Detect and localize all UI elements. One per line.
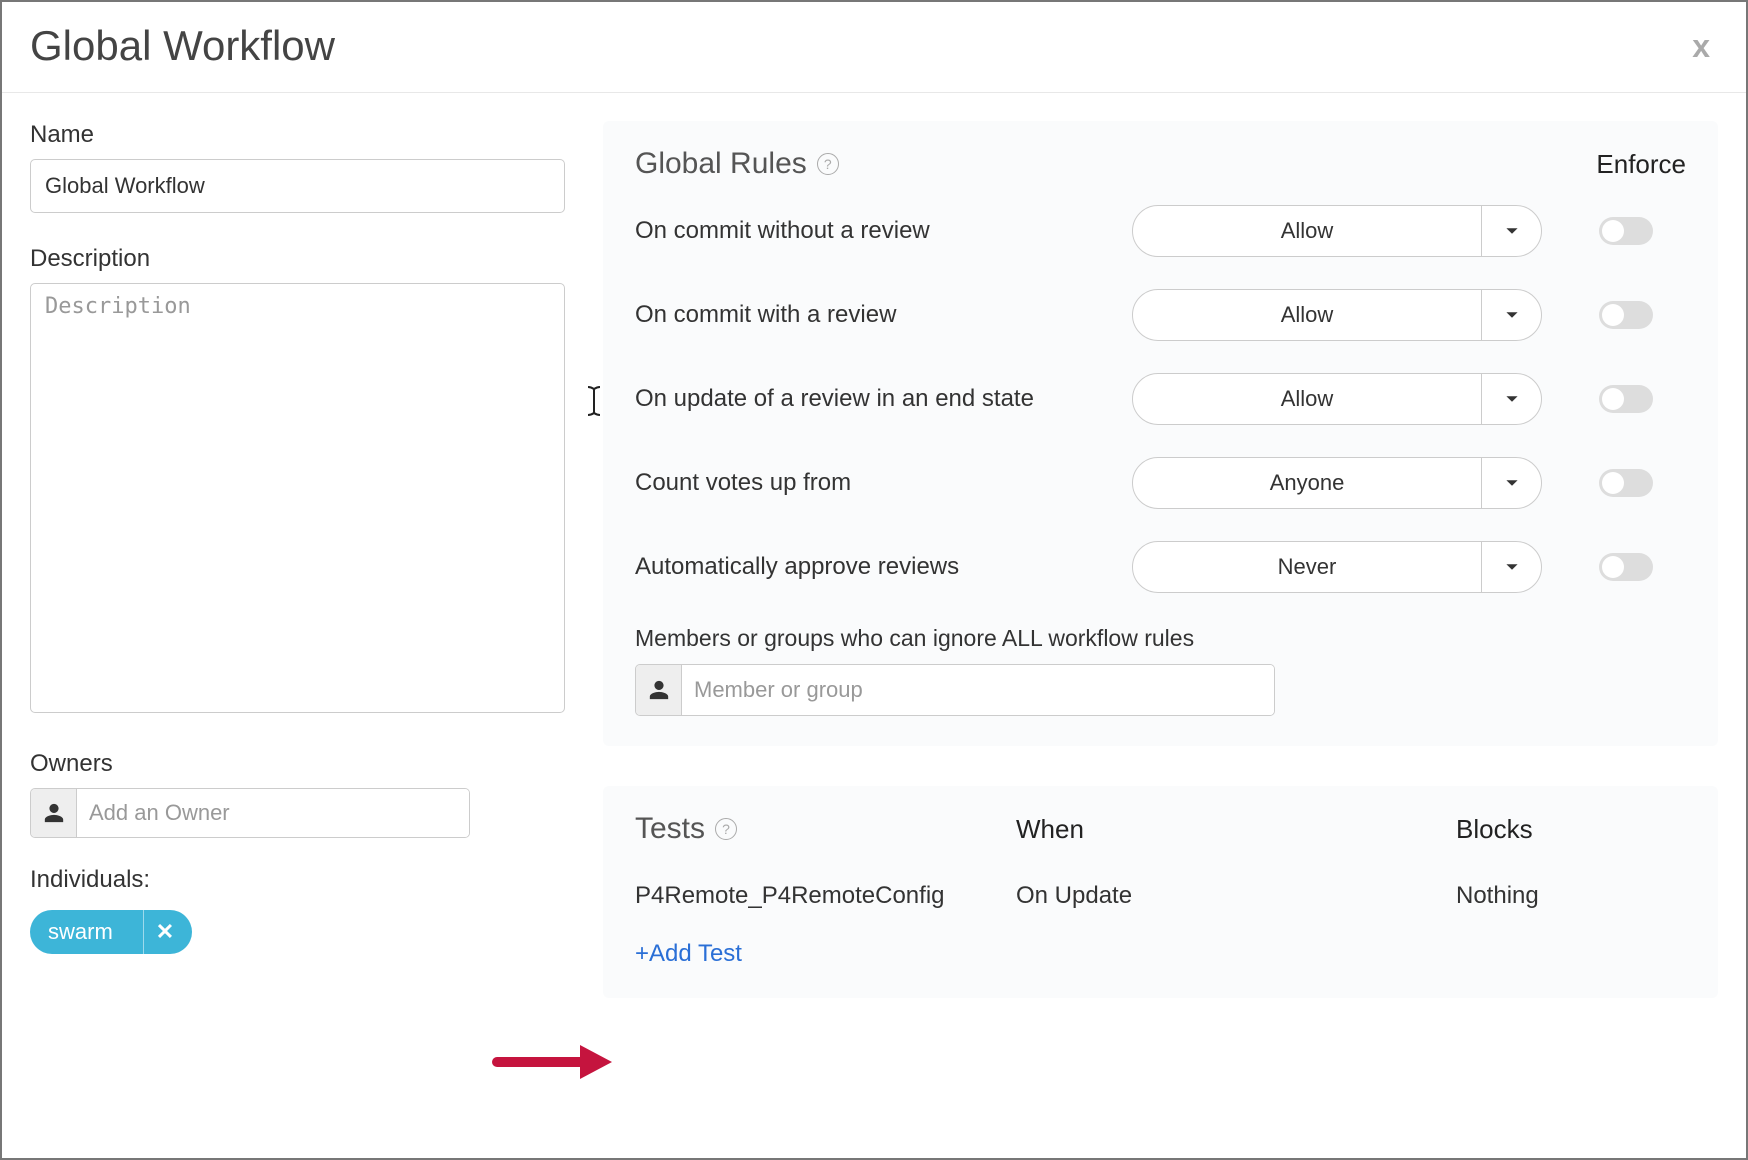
- rule-row: On commit without a review Allow: [635, 205, 1686, 257]
- rule-select[interactable]: Allow: [1132, 205, 1542, 257]
- individual-chip[interactable]: swarm ✕: [30, 910, 192, 954]
- rule-label: On update of a review in an end state: [635, 385, 1108, 413]
- dialog-body: Name Description Owners Individuals: swa…: [2, 93, 1746, 1038]
- rules-header-row: Global Rules ? Enforce: [635, 147, 1686, 181]
- left-column: Name Description Owners Individuals: swa…: [30, 121, 565, 1038]
- global-rules-panel: Global Rules ? Enforce On commit without…: [603, 121, 1718, 746]
- members-input[interactable]: [682, 665, 1274, 715]
- annotation-arrow-icon: [492, 1037, 612, 1087]
- test-blocks: Nothing: [1456, 882, 1686, 910]
- tests-col-when: When: [1016, 814, 1456, 845]
- rule-select[interactable]: Allow: [1132, 289, 1542, 341]
- description-input[interactable]: [30, 283, 565, 713]
- owners-label: Owners: [30, 750, 565, 778]
- owners-input[interactable]: [77, 789, 469, 837]
- tests-col-blocks: Blocks: [1456, 814, 1686, 845]
- owners-input-group[interactable]: [30, 788, 470, 838]
- rule-label: Automatically approve reviews: [635, 553, 1108, 581]
- members-ignore-label: Members or groups who can ignore ALL wor…: [635, 625, 1686, 652]
- dialog-header: Global Workflow x: [2, 22, 1746, 93]
- rule-row: On commit with a review Allow: [635, 289, 1686, 341]
- rules-title-text: Global Rules: [635, 147, 807, 181]
- enforce-toggle[interactable]: [1599, 469, 1653, 497]
- select-value: Anyone: [1133, 458, 1481, 508]
- rule-row: Count votes up from Anyone: [635, 457, 1686, 509]
- person-icon: [636, 665, 682, 715]
- individuals-label: Individuals:: [30, 866, 565, 894]
- members-input-group[interactable]: [635, 664, 1275, 716]
- select-value: Allow: [1133, 290, 1481, 340]
- chip-separator: [143, 910, 144, 954]
- chevron-down-icon: [1481, 458, 1541, 508]
- rule-label: On commit without a review: [635, 217, 1108, 245]
- test-row[interactable]: P4Remote_P4RemoteConfig On Update Nothin…: [635, 882, 1686, 910]
- test-name: P4Remote_P4RemoteConfig: [635, 882, 1016, 910]
- dialog-title: Global Workflow: [30, 22, 335, 70]
- select-value: Allow: [1133, 206, 1481, 256]
- chevron-down-icon: [1481, 374, 1541, 424]
- select-value: Never: [1133, 542, 1481, 592]
- global-workflow-dialog: Global Workflow x Name Description Owner…: [0, 0, 1748, 1160]
- chevron-down-icon: [1481, 206, 1541, 256]
- chip-text: swarm: [48, 919, 113, 945]
- enforce-toggle[interactable]: [1599, 217, 1653, 245]
- enforce-toggle[interactable]: [1599, 553, 1653, 581]
- tests-header: Tests ? When Blocks: [635, 812, 1686, 846]
- rule-select[interactable]: Allow: [1132, 373, 1542, 425]
- help-icon[interactable]: ?: [817, 153, 839, 175]
- rule-select[interactable]: Never: [1132, 541, 1542, 593]
- tests-panel: Tests ? When Blocks P4Remote_P4RemoteCon…: [603, 786, 1718, 998]
- rule-row: Automatically approve reviews Never: [635, 541, 1686, 593]
- test-when: On Update: [1016, 882, 1456, 910]
- help-icon[interactable]: ?: [715, 818, 737, 840]
- person-icon: [31, 789, 77, 837]
- rule-label: Count votes up from: [635, 469, 1108, 497]
- name-input[interactable]: [30, 159, 565, 213]
- enforce-column-label: Enforce: [1596, 149, 1686, 180]
- add-test-link[interactable]: +Add Test: [635, 940, 1686, 968]
- chevron-down-icon: [1481, 290, 1541, 340]
- tests-title: Tests ?: [635, 812, 1016, 846]
- rule-row: On update of a review in an end state Al…: [635, 373, 1686, 425]
- enforce-toggle[interactable]: [1599, 385, 1653, 413]
- chip-remove-icon[interactable]: ✕: [154, 919, 186, 945]
- rules-title: Global Rules ?: [635, 147, 839, 181]
- chevron-down-icon: [1481, 542, 1541, 592]
- right-column: Global Rules ? Enforce On commit without…: [603, 121, 1718, 1038]
- close-icon[interactable]: x: [1692, 28, 1710, 65]
- select-value: Allow: [1133, 374, 1481, 424]
- rule-label: On commit with a review: [635, 301, 1108, 329]
- enforce-toggle[interactable]: [1599, 301, 1653, 329]
- name-label: Name: [30, 121, 565, 149]
- tests-title-text: Tests: [635, 812, 705, 846]
- description-label: Description: [30, 245, 565, 273]
- rule-select[interactable]: Anyone: [1132, 457, 1542, 509]
